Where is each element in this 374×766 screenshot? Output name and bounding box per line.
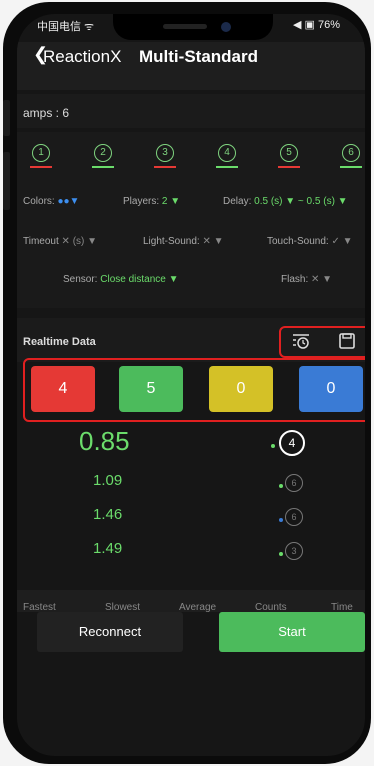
light-sound-option[interactable]: Light-Sound: ✕ ▼ xyxy=(143,236,224,247)
score-tile-yellow: 0 xyxy=(209,366,273,412)
lamp-badge: 3 xyxy=(285,542,303,560)
lamp-1[interactable]: 1 xyxy=(27,142,55,168)
realtime-data-label: Realtime Data xyxy=(23,336,96,348)
phone-frame: 中国电信 ᯤ ◀ ▣ 76% ❮ ReactionX Multi-Standar… xyxy=(3,2,371,764)
lamps-section xyxy=(17,94,365,128)
lamp-4[interactable]: 4 xyxy=(213,142,241,168)
latest-reaction-time: 0.85 xyxy=(79,426,130,456)
lamp-6[interactable]: 6 xyxy=(337,142,365,168)
lamp-badge: 6 xyxy=(285,474,303,492)
save-icon[interactable] xyxy=(337,332,357,350)
battery-indicator: ◀ ▣ 76% xyxy=(293,19,340,31)
score-tile-blue: 0 xyxy=(299,366,363,412)
colors-option[interactable]: Colors: ●●▼ xyxy=(23,196,79,207)
score-tile-red: 4 xyxy=(31,366,95,412)
score-tile-green: 5 xyxy=(119,366,183,412)
sensor-option[interactable]: Sensor: Close distance ▼ xyxy=(63,274,179,285)
lamp-2[interactable]: 2 xyxy=(89,142,117,168)
status-dot xyxy=(279,484,283,488)
lamps-count-label: amps : 6 xyxy=(23,106,70,120)
status-dot xyxy=(271,444,275,448)
app-screen: 中国电信 ᯤ ◀ ▣ 76% ❮ ReactionX Multi-Standar… xyxy=(17,14,365,756)
side-button xyxy=(3,100,10,136)
start-button[interactable]: Start xyxy=(219,612,365,652)
app-name: ReactionX xyxy=(43,47,122,66)
timeout-option[interactable]: Timeout ✕ (s) ▼ xyxy=(23,236,97,247)
notch xyxy=(113,14,273,40)
lamp-badge: 4 xyxy=(279,430,305,456)
lamp-badge: 6 xyxy=(285,508,303,526)
touch-sound-option[interactable]: Touch-Sound: ✓ ▼ xyxy=(267,236,353,247)
flash-option[interactable]: Flash: ✕ ▼ xyxy=(281,274,332,285)
stat-average: Average xyxy=(179,602,217,613)
reaction-time-item: 1.09 xyxy=(93,472,123,489)
carrier-label: 中国电信 ᯤ xyxy=(37,21,95,33)
history-icon[interactable] xyxy=(291,332,311,350)
delay-option[interactable]: Delay: 0.5 (s) ▼ ~ 0.5 (s) ▼ xyxy=(223,196,348,207)
status-dot xyxy=(279,518,283,522)
side-button xyxy=(3,152,10,210)
lamp-3[interactable]: 3 xyxy=(151,142,179,168)
page-title: Multi-Standard xyxy=(139,47,258,66)
reconnect-button[interactable]: Reconnect xyxy=(37,612,183,652)
players-option[interactable]: Players: 2 ▼ xyxy=(123,196,180,207)
lamp-5[interactable]: 5 xyxy=(275,142,303,168)
reaction-time-item: 1.46 xyxy=(93,506,123,523)
status-dot xyxy=(279,552,283,556)
reaction-time-item: 1.49 xyxy=(93,540,123,557)
